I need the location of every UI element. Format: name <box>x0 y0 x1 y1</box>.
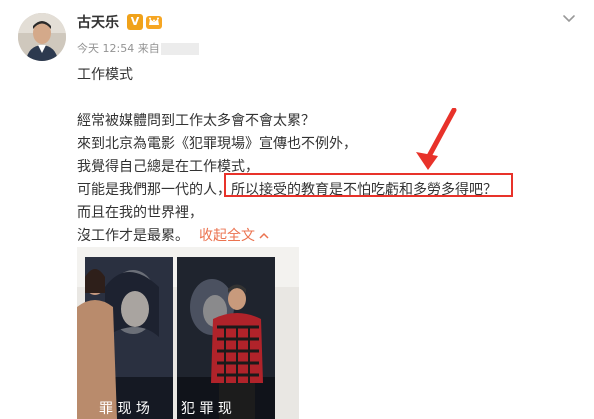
verified-badge: V <box>127 14 143 30</box>
chevron-up-icon <box>259 232 269 239</box>
author-name[interactable]: 古天乐 <box>77 12 119 32</box>
post-time[interactable]: 今天 12:54 <box>77 42 134 55</box>
avatar[interactable] <box>18 13 66 61</box>
collapse-button[interactable]: 收起全文 <box>199 228 269 244</box>
post-source-prefix: 来自 <box>137 42 160 55</box>
poster-title-right: 犯 罪 现 <box>181 401 232 417</box>
post-meta: 今天 12:54 来自 <box>77 40 199 56</box>
chevron-down-icon[interactable] <box>561 10 577 26</box>
post-line: 經常被媒體問到工作太多會不會太累？ <box>77 113 315 129</box>
post-source-redacted <box>160 43 199 55</box>
post-line: 我覺得自己總是在工作模式， <box>77 159 259 175</box>
post-line: 沒工作才是最累。 <box>77 228 189 244</box>
avatar-image <box>18 13 66 61</box>
poster-title-left: 罪 现 场 <box>99 401 150 417</box>
post-body: 工作模式 經常被媒體問到工作太多會不會太累？ 來到北京為電影《犯罪現場》宣傳也不… <box>77 64 557 248</box>
post-line: 工作模式 <box>77 67 133 83</box>
post-line: 而且在我的世界裡， <box>77 205 203 221</box>
post-line: 來到北京為電影《犯罪現場》宣傳也不例外， <box>77 136 357 152</box>
post-photo-image: 罪 现 场 犯 罪 现 <box>77 247 299 419</box>
post-photo[interactable]: 罪 现 场 犯 罪 现 <box>77 247 299 419</box>
collapse-label: 收起全文 <box>199 228 255 244</box>
vip-crown-icon <box>146 16 162 29</box>
post-line: 可能是我們那一代的人，所以接受的教育是不怕吃虧和多勞多得吧？ <box>77 182 497 198</box>
post-line-last: 沒工作才是最累。 收起全文 <box>77 225 557 248</box>
post-line <box>77 87 557 110</box>
